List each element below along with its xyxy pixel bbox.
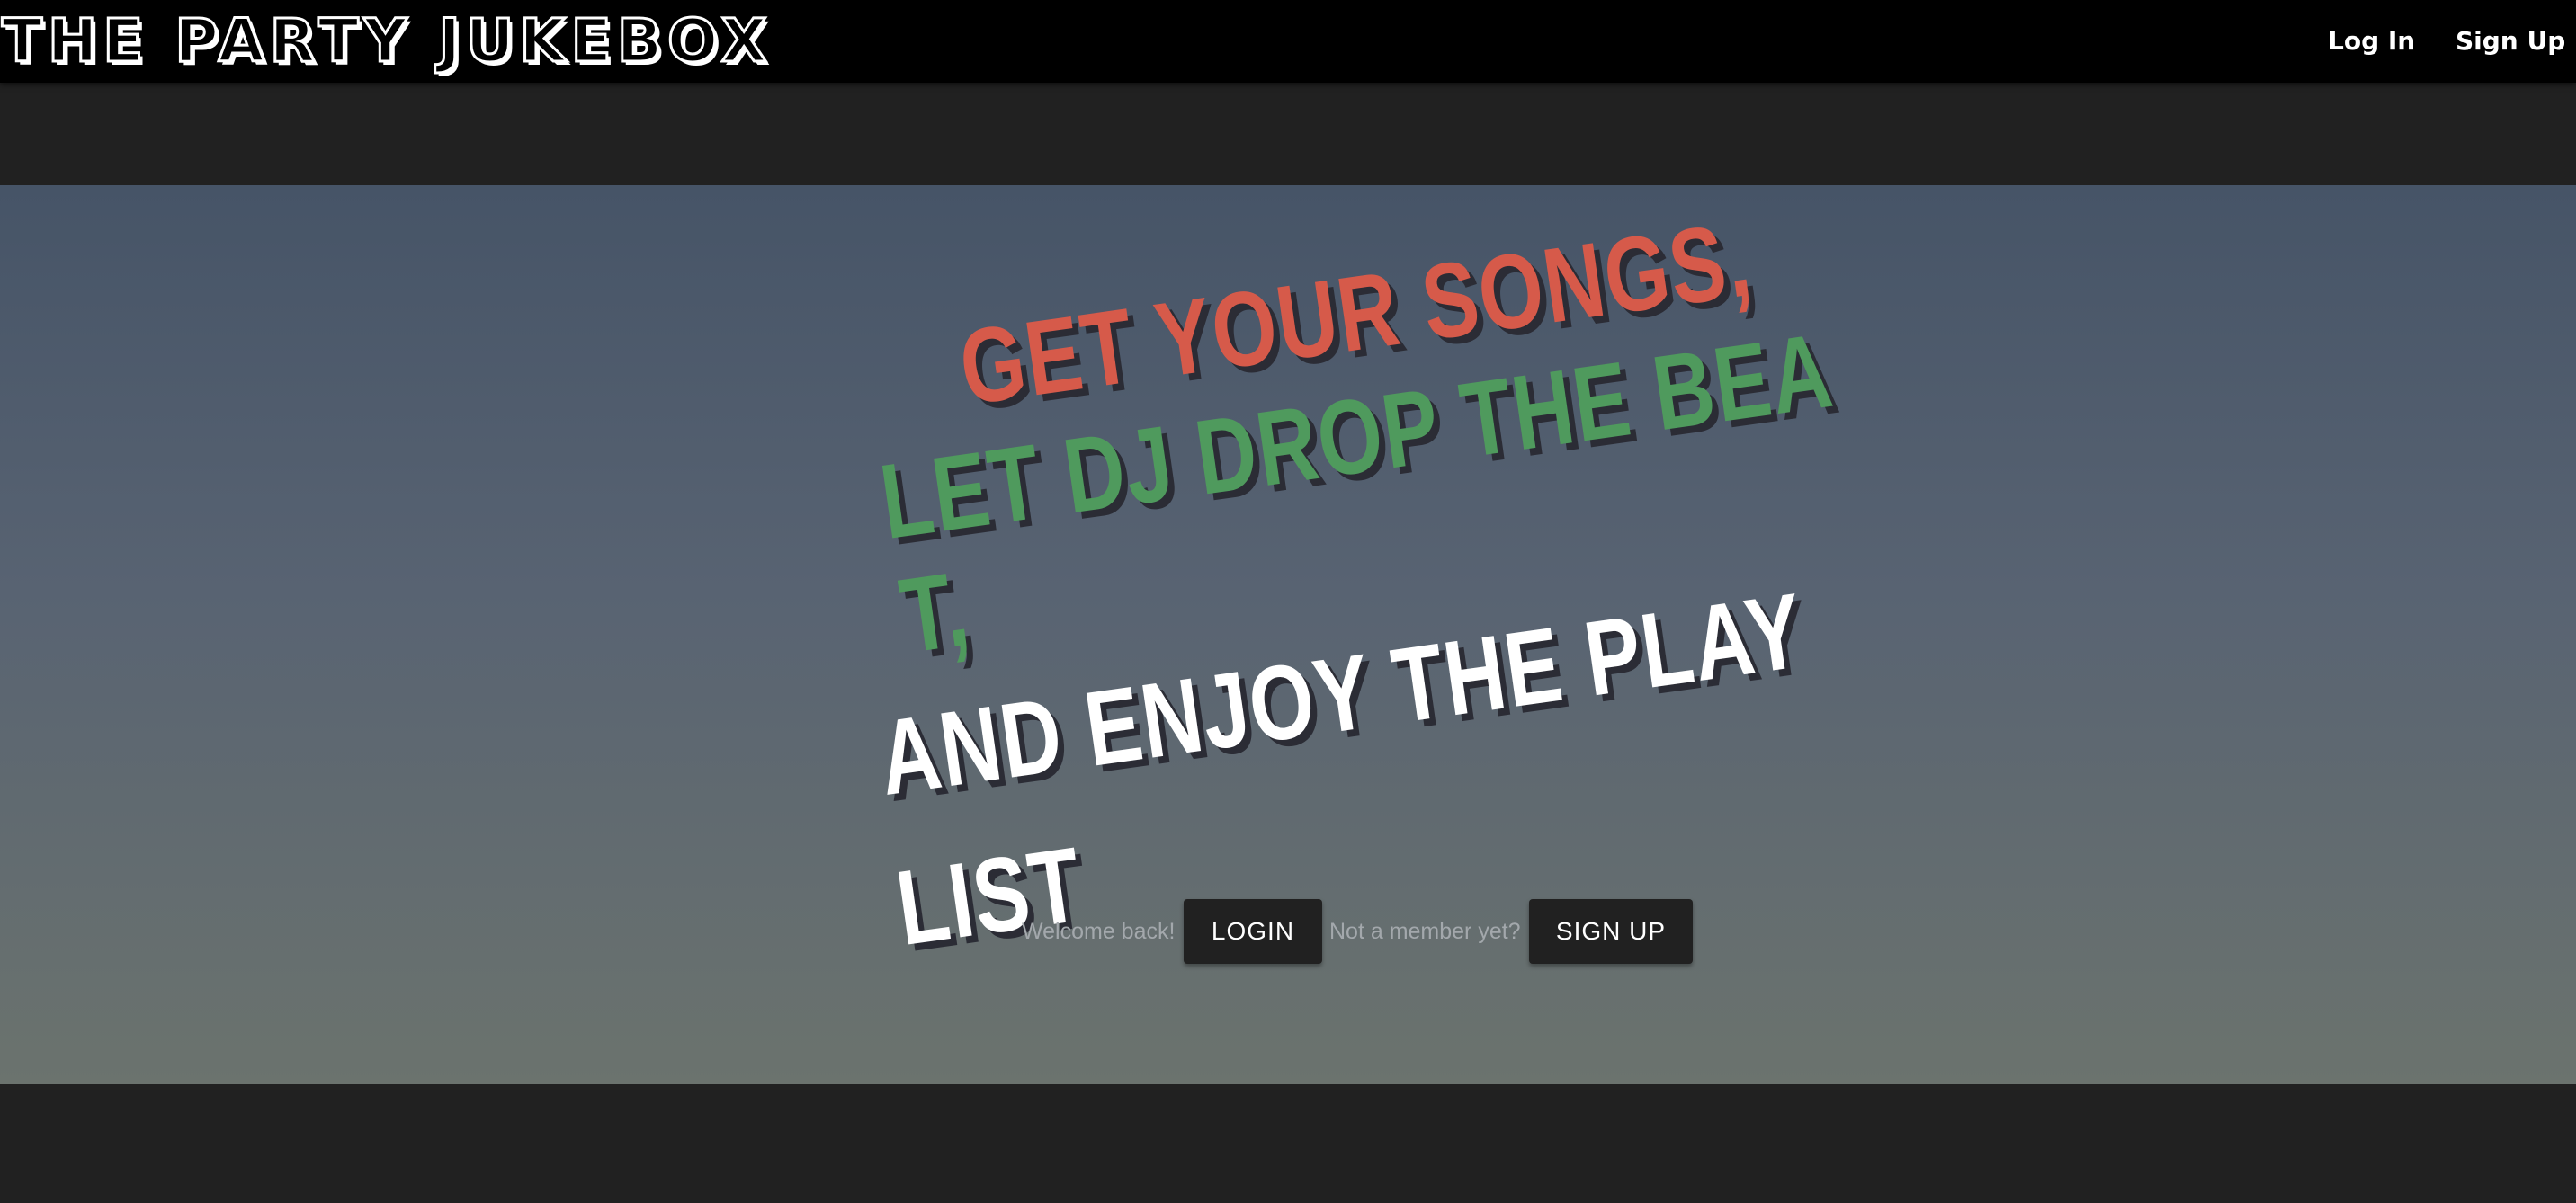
not-member-text: Not a member yet? [1329, 919, 1521, 944]
headline-line-4: AND ENJOY THE PLAY [872, 571, 1811, 819]
nav-signup-link[interactable]: Sign Up [2455, 22, 2565, 61]
top-navbar: THE PARTY JUKEBOX Log In Sign Up [0, 0, 2576, 83]
brand-logo[interactable]: THE PARTY JUKEBOX [1, 5, 773, 76]
login-button[interactable]: LOGIN [1184, 899, 1322, 964]
headline-line-3: T, [893, 548, 977, 677]
cta-row: Welcome back! LOGIN Not a member yet? SI… [0, 899, 2576, 964]
signup-button[interactable]: SIGN UP [1529, 899, 1693, 964]
nav-login-link[interactable]: Log In [2328, 22, 2415, 61]
welcome-back-text: Welcome back! [1022, 919, 1176, 944]
hero-section: GET YOUR SONGS, LET DJ DROP THE BEA T, A… [0, 185, 2576, 1084]
